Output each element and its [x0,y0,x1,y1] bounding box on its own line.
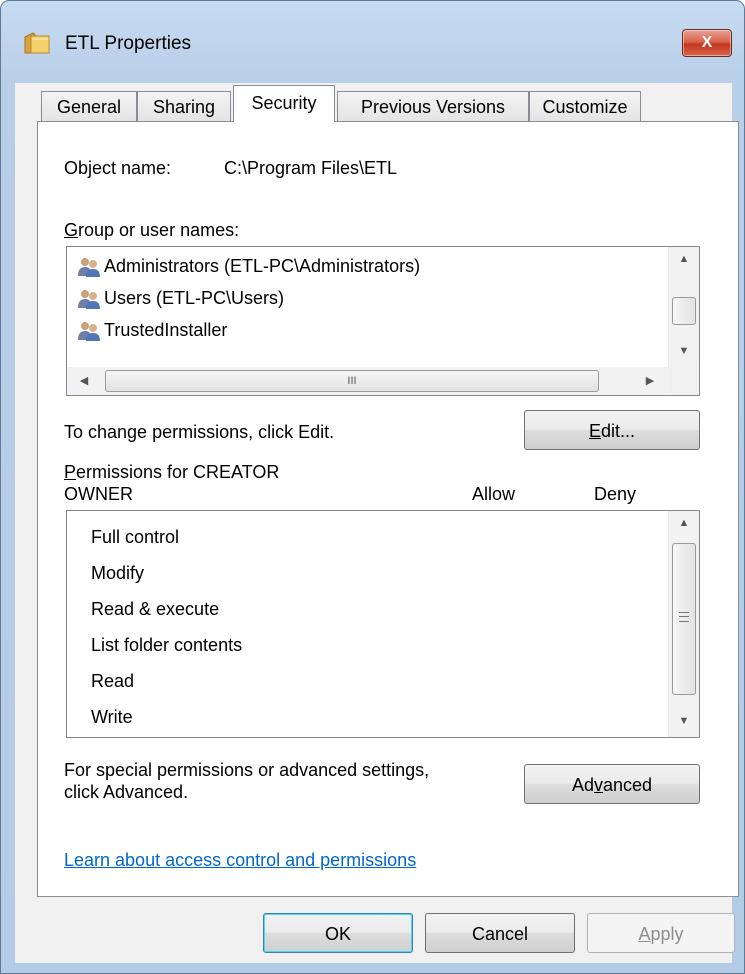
close-button[interactable]: X [682,29,732,57]
permission-row-modify: Modify [91,563,145,583]
scroll-thumb[interactable] [672,543,696,695]
learn-access-control-link[interactable]: Learn about access control and permissio… [64,850,416,871]
security-tab-panel: Object name: C:\Program Files\ETL Group … [37,121,739,897]
advanced-part2: anced [602,775,653,795]
ok-button[interactable]: OK [263,913,413,953]
tab-general[interactable]: General [41,91,137,121]
scroll-grip-icon [679,612,689,622]
permissions-for-label-line1: Permissions for CREATOR [64,462,279,483]
change-permissions-hint: To change permissions, click Edit. [64,422,335,442]
permissions-accesskey: P [64,462,77,482]
title-bar[interactable]: ETL Properties X [1,1,744,83]
permissions-listbox[interactable]: Full control Modify Read & execute List … [66,510,700,738]
scroll-corner [669,367,699,395]
group-name: Administrators (ETL-PC\Administrators) [104,256,421,276]
advanced-accesskey: v [593,775,603,795]
permission-row-list-folder: List folder contents [91,635,243,655]
scroll-down-arrow-icon[interactable]: ▼ [669,345,699,357]
tab-security[interactable]: Security [233,85,335,122]
properties-window: ETL Properties X General Sharing Securit… [0,0,745,974]
tab-sharing[interactable]: Sharing [137,91,231,121]
advanced-part1: Ad [571,775,594,795]
scroll-thumb[interactable]: III [105,370,599,392]
deny-column-header: Deny [594,484,637,504]
group-label-rest: roup or user names: [78,220,240,240]
scroll-up-arrow-icon[interactable]: ▲ [669,517,699,529]
list-item[interactable]: Users (ETL-PC\Users) [77,282,284,314]
scroll-thumb[interactable] [672,297,696,325]
dialog-client-area: General Sharing Security Previous Versio… [15,83,739,963]
permission-row-write: Write [91,707,133,727]
users-group-icon [78,258,100,278]
permission-row-full-control: Full control [91,527,180,547]
object-name-value: C:\Program Files\ETL [224,158,398,178]
allow-column-header: Allow [472,484,516,504]
object-name-label: Object name: [64,158,172,178]
scroll-left-arrow-icon[interactable]: ◀ [69,374,99,387]
advanced-hint-line2: click Advanced. [64,782,189,802]
permission-row-read-execute: Read & execute [91,599,220,619]
cancel-button[interactable]: Cancel [425,913,575,953]
apply-rest: pply [650,924,684,944]
users-group-icon [78,322,100,342]
edit-accesskey: E [588,421,601,441]
list-item[interactable]: Administrators (ETL-PC\Administrators) [77,250,420,282]
group-name: TrustedInstaller [104,320,228,340]
group-name: Users (ETL-PC\Users) [104,288,285,308]
edit-rest: dit... [601,421,636,441]
scroll-grip-line [679,616,689,617]
edit-button[interactable]: Edit... [524,410,700,450]
apply-accesskey: A [638,924,651,944]
scroll-grip-icon: III [347,375,357,387]
group-label-accesskey: G [64,220,79,240]
apply-button[interactable]: Apply [587,913,735,953]
group-list-hscrollbar[interactable]: ◀ III ▶ [67,367,669,395]
close-icon: X [701,34,713,51]
group-user-label: Group or user names: [64,220,239,241]
tab-previous-versions[interactable]: Previous Versions [337,91,529,121]
window-title: ETL Properties [65,33,192,54]
advanced-button[interactable]: Advanced [524,764,700,804]
folder-icon [24,32,50,54]
permissions-vscrollbar[interactable]: ▲ ▼ [668,511,699,737]
tab-customize[interactable]: Customize [529,91,641,121]
permissions-for-label-line2: OWNER [64,484,133,504]
scroll-up-arrow-icon[interactable]: ▲ [669,253,699,265]
group-user-listbox[interactable]: Administrators (ETL-PC\Administrators) U… [66,246,700,396]
permission-row-read: Read [91,671,135,691]
scroll-right-arrow-icon[interactable]: ▶ [635,374,665,387]
advanced-hint-line1: For special permissions or advanced sett… [64,760,430,780]
users-group-icon [78,290,100,310]
list-item[interactable]: TrustedInstaller [77,314,227,346]
permissions-label-rest: ermissions for CREATOR [76,462,280,482]
scroll-down-arrow-icon[interactable]: ▼ [669,715,699,727]
group-list-vscrollbar[interactable]: ▲ ▼ [668,247,699,367]
